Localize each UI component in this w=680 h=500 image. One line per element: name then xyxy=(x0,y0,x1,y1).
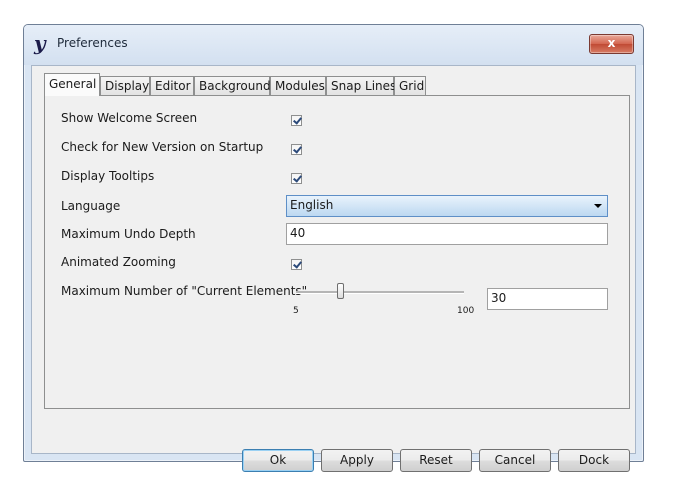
preferences-dialog: y Preferences x General Display Editor B… xyxy=(23,24,644,472)
current-elements-slider-thumb[interactable] xyxy=(337,283,344,299)
zooming-checkbox[interactable] xyxy=(291,259,302,270)
general-panel: Show Welcome Screen Check for New Versio… xyxy=(44,95,630,409)
chevron-down-icon xyxy=(594,204,602,208)
current-elements-slider-track[interactable] xyxy=(296,291,464,294)
ok-button[interactable]: Ok xyxy=(242,449,314,472)
check-version-checkbox[interactable] xyxy=(291,144,302,155)
close-button[interactable]: x xyxy=(589,34,634,54)
reset-button[interactable]: Reset xyxy=(400,449,472,472)
show-welcome-label: Show Welcome Screen xyxy=(61,111,198,125)
language-dropdown[interactable]: English xyxy=(286,195,608,217)
app-logo-icon: y xyxy=(34,31,46,55)
language-value: English xyxy=(290,198,334,212)
title-bar[interactable]: y Preferences x xyxy=(24,25,643,65)
apply-button[interactable]: Apply xyxy=(321,449,393,472)
tab-grid[interactable]: Grid xyxy=(394,76,426,95)
undo-depth-label: Maximum Undo Depth xyxy=(61,227,196,241)
language-label: Language xyxy=(61,199,121,213)
show-welcome-checkbox[interactable] xyxy=(291,115,302,126)
tab-general[interactable]: General xyxy=(44,73,100,96)
tab-background[interactable]: Background xyxy=(194,76,271,95)
dialog-body: General Display Editor Background Module… xyxy=(31,65,636,472)
slider-max-label: 100 xyxy=(457,306,475,316)
undo-depth-input[interactable]: 40 xyxy=(286,223,608,245)
tab-modules[interactable]: Modules xyxy=(270,76,326,95)
check-version-label: Check for New Version on Startup xyxy=(61,140,264,154)
slider-min-label: 5 xyxy=(293,306,299,316)
dock-button[interactable]: Dock xyxy=(558,449,630,472)
window-title: Preferences xyxy=(57,36,128,50)
tab-display[interactable]: Display xyxy=(100,76,150,95)
tab-editor[interactable]: Editor xyxy=(150,76,194,95)
zooming-label: Animated Zooming xyxy=(61,255,176,269)
tooltips-checkbox[interactable] xyxy=(291,173,302,184)
current-elements-input[interactable]: 30 xyxy=(487,288,608,310)
tooltips-label: Display Tooltips xyxy=(61,169,155,183)
tab-snap-lines[interactable]: Snap Lines xyxy=(326,76,396,95)
cancel-button[interactable]: Cancel xyxy=(479,449,551,472)
current-elements-label: Maximum Number of "Current Elements" xyxy=(61,284,308,298)
